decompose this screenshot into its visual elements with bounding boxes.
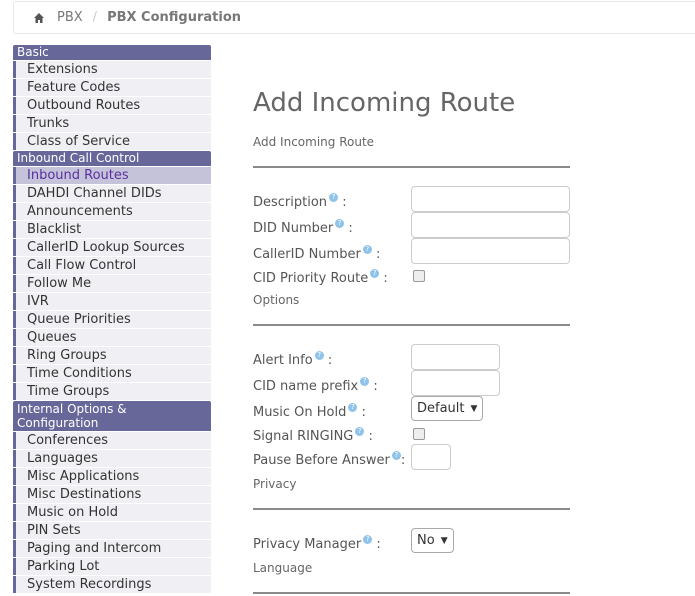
signal-ringing-label: Signal RINGING? : [253,427,373,444]
home-icon[interactable] [33,12,45,24]
pause-before-answer-label: Pause Before Answer?: [253,451,406,468]
signal-ringing-checkbox[interactable] [413,428,425,440]
cid-priority-route-label-text: CID Priority Route [253,271,369,286]
colon: : [342,195,347,210]
help-icon[interactable]: ? [363,535,373,544]
help-icon[interactable]: ? [329,193,339,202]
alert-info-input[interactable] [411,344,500,370]
description-input[interactable] [411,186,570,212]
help-icon[interactable]: ? [370,269,380,278]
sidebar-item-pin-sets[interactable]: PIN Sets [13,522,211,539]
dropdown-arrow-icon: ▼ [470,404,478,414]
section-options[interactable]: Options [253,293,299,307]
colon: : [383,271,388,286]
sidebar-item-call-flow-control[interactable]: Call Flow Control [13,257,211,274]
cid-name-prefix-label: CID name prefix? : [253,377,378,394]
sidebar-item-follow-me[interactable]: Follow Me [13,275,211,292]
breadcrumb-separator: / [92,10,98,25]
music-on-hold-label-text: Music On Hold [253,405,347,420]
colon: : [348,221,353,236]
breadcrumb-pbx-configuration: PBX Configuration [107,10,242,25]
sidebar-item-ring-groups[interactable]: Ring Groups [13,347,211,364]
colon: : [373,379,378,394]
cid-name-prefix-label-text: CID name prefix [253,379,359,394]
sidebar-item-misc-destinations[interactable]: Misc Destinations [13,486,211,503]
help-icon[interactable]: ? [362,245,372,254]
description-label: Description? : [253,193,347,210]
breadcrumb: PBX / PBX Configuration [13,1,695,34]
sidebar-item-system-recordings[interactable]: System Recordings [13,576,211,593]
page-title: Add Incoming Route [253,88,516,118]
sidebar-item-announcements[interactable]: Announcements [13,203,211,220]
section-language[interactable]: Language [253,561,312,575]
help-icon[interactable]: ? [335,219,345,228]
did-number-input[interactable] [411,212,570,238]
sidebar-item-misc-applications[interactable]: Misc Applications [13,468,211,485]
dropdown-arrow-icon: ▼ [440,536,448,546]
sidebar-item-time-groups[interactable]: Time Groups [13,383,211,400]
colon: : [376,537,381,552]
music-on-hold-select[interactable]: Default ▼ [411,396,484,421]
help-icon[interactable]: ? [391,451,401,460]
privacy-manager-label-text: Privacy Manager [253,537,362,552]
sidebar-item-dahdi-channel-dids[interactable]: DAHDI Channel DIDs [13,185,211,202]
divider [253,324,570,326]
pause-before-answer-input[interactable] [411,444,451,470]
cid-name-prefix-input[interactable] [411,370,500,396]
section-privacy[interactable]: Privacy [253,477,296,491]
sidebar-item-class-of-service[interactable]: Class of Service [13,133,211,150]
music-on-hold-label: Music On Hold? : [253,403,366,420]
sidebar-item-languages[interactable]: Languages [13,450,211,467]
sidebar-item-trunks[interactable]: Trunks [13,115,211,132]
did-number-label-text: DID Number [253,221,334,236]
sidebar-item-feature-codes[interactable]: Feature Codes [13,79,211,96]
sidebar-section-basic: Basic [13,45,211,60]
sidebar-section-inbound-call-control: Inbound Call Control [13,151,211,166]
privacy-manager-value: No [417,533,435,548]
music-on-hold-value: Default [417,401,465,416]
sidebar-item-music-on-hold[interactable]: Music on Hold [13,504,211,521]
sidebar: Basic Extensions Feature Codes Outbound … [13,45,211,594]
divider [253,508,570,510]
signal-ringing-label-text: Signal RINGING [253,429,354,444]
sidebar-item-queue-priorities[interactable]: Queue Priorities [13,311,211,328]
privacy-manager-label: Privacy Manager? : [253,535,381,552]
alert-info-label: Alert Info? : [253,351,333,368]
page-subtitle: Add Incoming Route [253,135,375,149]
divider [253,166,570,168]
sidebar-item-extensions[interactable]: Extensions [13,61,211,78]
sidebar-item-paging-and-intercom[interactable]: Paging and Intercom [13,540,211,557]
alert-info-label-text: Alert Info [253,353,313,368]
callerid-number-label-text: CallerID Number [253,247,361,262]
sidebar-item-blacklist[interactable]: Blacklist [13,221,211,238]
help-icon[interactable]: ? [314,351,324,360]
sidebar-item-conferences[interactable]: Conferences [13,432,211,449]
colon: : [400,453,406,468]
colon: : [361,405,366,420]
divider [253,592,570,594]
did-number-label: DID Number? : [253,219,353,236]
sidebar-item-ivr[interactable]: IVR [13,293,211,310]
description-label-text: Description [253,195,328,210]
sidebar-item-queues[interactable]: Queues [13,329,211,346]
sidebar-item-callerid-lookup-sources[interactable]: CallerID Lookup Sources [13,239,211,256]
cid-priority-route-checkbox[interactable] [413,270,425,282]
callerid-number-label: CallerID Number? : [253,245,381,262]
privacy-manager-select[interactable]: No ▼ [411,528,454,553]
help-icon[interactable]: ? [355,427,365,436]
callerid-number-input[interactable] [411,238,570,264]
breadcrumb-pbx[interactable]: PBX [57,10,83,25]
help-icon[interactable]: ? [348,403,358,412]
colon: : [368,429,373,444]
pause-before-answer-label-text: Pause Before Answer [253,453,390,468]
colon: : [327,353,333,368]
sidebar-item-parking-lot[interactable]: Parking Lot [13,558,211,575]
help-icon[interactable]: ? [360,377,370,386]
sidebar-section-internal-options: Internal Options & Configuration [13,401,211,431]
sidebar-item-outbound-routes[interactable]: Outbound Routes [13,97,211,114]
sidebar-item-time-conditions[interactable]: Time Conditions [13,365,211,382]
sidebar-item-inbound-routes[interactable]: Inbound Routes [13,167,211,184]
colon: : [375,247,381,262]
cid-priority-route-label: CID Priority Route? : [253,269,388,286]
